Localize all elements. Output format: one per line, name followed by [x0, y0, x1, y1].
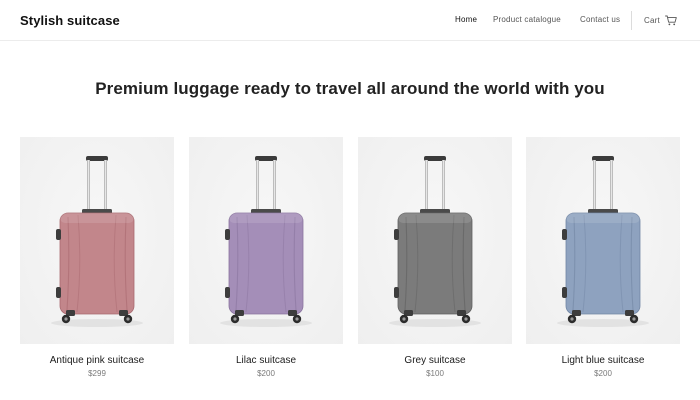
cart-icon: [664, 15, 677, 25]
product-name[interactable]: Lilac suitcase: [189, 354, 343, 367]
nav-product-catalogue[interactable]: Product catalogue: [493, 15, 561, 24]
product-price: $200: [594, 369, 612, 378]
product-price: $200: [257, 369, 275, 378]
product-card[interactable]: Lilac suitcase $200: [189, 137, 343, 379]
nav-contact-us[interactable]: Contact us: [580, 15, 620, 24]
hero-title: Premium luggage ready to travel all arou…: [95, 79, 605, 98]
product-name[interactable]: Light blue suitcase: [526, 354, 680, 367]
suitcase-illustration: [389, 156, 481, 327]
suitcase-illustration: [51, 156, 143, 327]
site-header: Stylish suitcase Home Product catalogue …: [0, 0, 700, 41]
cart-label: Cart: [644, 15, 660, 25]
product-name[interactable]: Antique pink suitcase: [20, 354, 174, 367]
suitcase-illustration: [557, 156, 649, 327]
product-card[interactable]: Grey suitcase $100: [358, 137, 512, 379]
product-image[interactable]: [358, 137, 512, 344]
suitcase-illustration: [220, 156, 312, 327]
nav-home[interactable]: Home: [455, 15, 477, 24]
product-card[interactable]: Light blue suitcase $200: [526, 137, 680, 379]
product-card[interactable]: Antique pink suitcase $299: [20, 137, 174, 379]
nav-divider: [631, 11, 632, 30]
product-price: $299: [88, 369, 106, 378]
product-image[interactable]: [526, 137, 680, 344]
product-name[interactable]: Grey suitcase: [358, 354, 512, 367]
cart-button[interactable]: Cart: [644, 13, 677, 27]
product-image[interactable]: [189, 137, 343, 344]
site-logo[interactable]: Stylish suitcase: [20, 13, 120, 28]
product-price: $100: [426, 369, 444, 378]
product-image[interactable]: [20, 137, 174, 344]
